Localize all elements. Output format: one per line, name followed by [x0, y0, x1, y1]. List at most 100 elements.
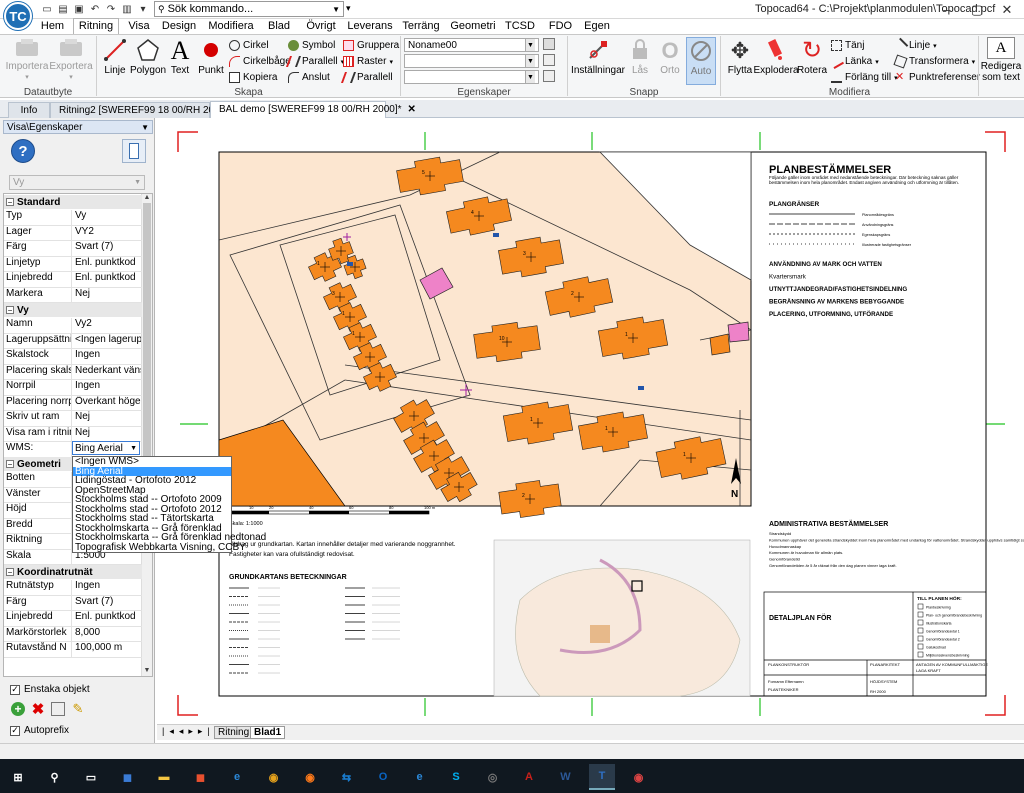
linje-button[interactable]: Linje [98, 37, 132, 83]
sheet-tab-ritning[interactable]: Ritning [214, 726, 254, 739]
paint-icon[interactable]: ◉ [626, 764, 652, 790]
chevron-down-icon[interactable]: ▼ [141, 123, 149, 132]
explorer-icon[interactable]: ▬ [151, 764, 177, 790]
linetype-combo[interactable]: ▼ [404, 70, 539, 84]
add-icon[interactable]: + [11, 702, 25, 716]
tab-info[interactable]: Info [8, 102, 50, 118]
search-icon[interactable]: ⚲ [42, 764, 68, 790]
word-icon[interactable]: W [553, 764, 579, 790]
menu-tab-vrigt[interactable]: Övrigt [300, 19, 342, 34]
property-value[interactable]: Svart (7) [72, 596, 141, 611]
menu-tab-tcsd[interactable]: TCSD [502, 19, 538, 34]
property-row[interactable]: Visa ram i ritningsvNej [4, 426, 142, 442]
redigera-som-text-button[interactable]: A Redigera som text [981, 37, 1021, 83]
teamviewer-icon[interactable]: ⇆ [334, 764, 360, 790]
menu-tab-design[interactable]: Design [158, 19, 200, 34]
symbol-button[interactable]: Symbol [288, 38, 335, 53]
property-row[interactable]: Skriv ut ram Nej [4, 411, 142, 427]
property-value[interactable]: Vy2 [72, 318, 141, 333]
transformera-button[interactable]: Transformera ▾ [893, 54, 975, 69]
tab-ritning2[interactable]: Ritning2 [SWEREF99 18 00/RH 2000]* [50, 102, 232, 118]
property-row[interactable]: Markörstorlek 8,000 [4, 626, 142, 642]
autoprefix-checkbox[interactable]: ✓ Autoprefix [10, 725, 69, 736]
property-value[interactable]: 100,000 m [72, 642, 141, 657]
collapse-icon[interactable]: − [6, 198, 14, 207]
close-icon[interactable]: ✕ [408, 104, 416, 115]
rotera-button[interactable]: ↻ Rotera [796, 37, 828, 83]
print-icon[interactable]: ▥ [120, 2, 134, 16]
edge-icon[interactable]: e [224, 764, 250, 790]
minimize-button[interactable]: – [932, 0, 962, 19]
match-properties-icon[interactable] [543, 70, 555, 82]
scroll-up-icon[interactable]: ▲ [142, 194, 152, 201]
pencil-icon[interactable]: ✎ [71, 701, 85, 716]
firefox-icon[interactable]: ◉ [297, 764, 323, 790]
acrobat-icon[interactable]: A [516, 764, 542, 790]
las-button[interactable]: Lås [626, 37, 654, 83]
property-value[interactable]: VY2 [72, 226, 141, 241]
maximize-button[interactable]: ▢ [962, 0, 992, 19]
task-view-icon[interactable]: ▭ [78, 764, 104, 790]
scroll-down-icon[interactable]: ▼ [142, 667, 152, 674]
drawing-canvas[interactable]: 543211011121311 N 01020406080100 m Skala… [157, 118, 1024, 725]
menu-tab-blad[interactable]: Blad [262, 19, 296, 34]
ie-icon[interactable]: e [407, 764, 433, 790]
kopiera-button[interactable]: Kopiera [229, 70, 277, 85]
forlang-button[interactable]: Förläng till ▾ [831, 70, 898, 85]
property-row[interactable]: Namn Vy2 [4, 318, 142, 334]
orto-button[interactable]: O Orto [656, 37, 684, 83]
wms-option[interactable]: Topografisk Webbkarta Visning, CCBY [73, 542, 246, 553]
outlook-icon[interactable]: O [370, 764, 396, 790]
property-value[interactable]: <Ingen lageruppsä [72, 334, 141, 349]
property-value[interactable]: Ingen [72, 349, 141, 364]
property-row[interactable]: Skalstock Ingen [4, 349, 142, 365]
installningar-button[interactable]: Inställningar [571, 37, 625, 83]
dropdown-arrow-icon[interactable]: ▾ [346, 3, 351, 14]
section-standard[interactable]: − Standard [4, 195, 142, 209]
menu-tab-hem[interactable]: Hem [34, 19, 71, 34]
save-icon[interactable]: ▣ [72, 2, 86, 16]
property-row[interactable]: Linjetyp Enl. punktkod [4, 256, 142, 272]
office-icon[interactable]: ◼ [188, 764, 214, 790]
property-value[interactable]: Ingen [72, 580, 141, 595]
section-vy[interactable]: − Vy [4, 303, 142, 317]
cirkel-button[interactable]: Cirkel [229, 38, 269, 53]
cirkelbage-button[interactable]: Cirkelbåge [229, 54, 291, 69]
menu-tab-egen[interactable]: Egen [581, 19, 613, 34]
skype-icon[interactable]: S [443, 764, 469, 790]
help-icon[interactable]: ? [11, 139, 35, 163]
lanka-button[interactable]: Länka ▾ [828, 53, 879, 70]
property-value[interactable]: Enl. punktkod [72, 611, 141, 626]
property-row[interactable]: Lager VY2 [4, 225, 142, 241]
panel-view-icon[interactable] [122, 139, 146, 163]
windows-icon[interactable]: ⊞ [5, 764, 31, 790]
property-value[interactable]: Vy [72, 210, 141, 225]
store-icon[interactable]: ◼ [115, 764, 141, 790]
property-value[interactable]: Nej [72, 288, 141, 303]
command-search-input[interactable]: ⚲ Sök kommando... ▼ [154, 1, 344, 17]
explodera-button[interactable]: Explodera [753, 37, 799, 83]
properties-icon[interactable] [543, 54, 555, 66]
vertical-scrollbar[interactable]: ▲ ▼ [141, 194, 152, 676]
property-value[interactable]: Enl. punktkod [72, 257, 141, 272]
chevron-down-icon[interactable]: ▼ [332, 5, 340, 14]
new-file-icon[interactable]: ▭ [40, 2, 54, 16]
menu-tab-fdo[interactable]: FDO [544, 19, 577, 34]
punktreferenser-button[interactable]: ✕ Punktreferenser [895, 70, 980, 85]
delete-icon[interactable]: ✖ [31, 701, 45, 718]
property-value[interactable]: Ingen [72, 380, 141, 395]
property-row[interactable]: Placering norrpil Överkant höger [4, 395, 142, 411]
menu-tab-visa[interactable]: Visa [123, 19, 155, 34]
undo-icon[interactable]: ↶ [88, 2, 102, 16]
property-value[interactable]: Nej [72, 427, 141, 442]
drawing-svg[interactable]: 543211011121311 N 01020406080100 m Skala… [157, 118, 1024, 725]
raster-button[interactable]: Raster ▾ [343, 54, 393, 69]
exportera-button[interactable]: Exportera ▾ [48, 37, 94, 83]
collapse-icon[interactable]: − [6, 460, 14, 469]
wms-combo[interactable]: Bing Aerial ▼ [72, 441, 140, 455]
layer-settings-icon[interactable] [543, 38, 555, 50]
customize-icon[interactable]: ▾ [136, 2, 150, 16]
collapse-icon[interactable]: − [6, 568, 14, 577]
punkt-button[interactable]: Punkt [196, 37, 226, 83]
linje-modify-button[interactable]: Linje ▾ [892, 37, 937, 54]
